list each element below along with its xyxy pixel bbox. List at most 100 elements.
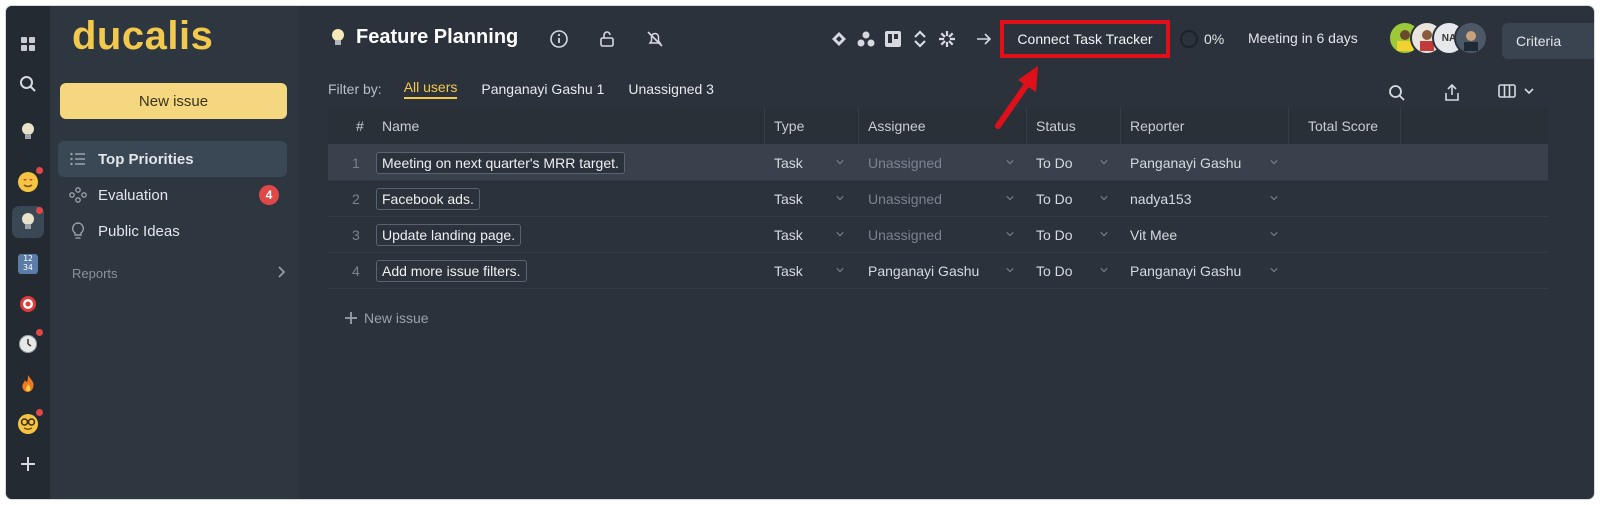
- issue-name[interactable]: Add more issue filters.: [376, 259, 527, 282]
- filter-all-users[interactable]: All users: [403, 79, 458, 99]
- sidebar-item-public-ideas[interactable]: Public Ideas: [58, 213, 287, 249]
- header: Feature Planning Connect Task Tracker 0%…: [298, 6, 1594, 68]
- lightbulb-icon: [330, 28, 346, 48]
- plus-icon[interactable]: [12, 448, 44, 480]
- chevron-down-icon: [836, 232, 844, 237]
- columns-toggle[interactable]: [1498, 84, 1534, 98]
- chevron-down-icon: [1270, 232, 1278, 237]
- status-select[interactable]: To Do: [1036, 253, 1073, 288]
- clock-icon[interactable]: [12, 328, 44, 360]
- notifications-off-icon[interactable]: [644, 28, 666, 50]
- app-logo: ducalis: [72, 14, 214, 58]
- issue-name[interactable]: Facebook ads.: [376, 187, 480, 210]
- nerd-face-icon[interactable]: [12, 408, 44, 440]
- type-select[interactable]: Task: [774, 181, 803, 216]
- reporter-select[interactable]: Panganayi Gashu: [1130, 253, 1241, 288]
- grid-icon[interactable]: [12, 28, 44, 60]
- lightbulb-board-icon[interactable]: [12, 206, 44, 238]
- progress-indicator: 0%: [1180, 30, 1224, 48]
- meeting-countdown[interactable]: Meeting in 6 days: [1248, 30, 1358, 46]
- share-icon[interactable]: [1444, 83, 1460, 107]
- unlock-icon[interactable]: [596, 28, 618, 50]
- columns-icon: [1498, 84, 1516, 98]
- criteria-button[interactable]: Criteria: [1502, 23, 1594, 59]
- status-select[interactable]: To Do: [1036, 181, 1073, 216]
- reporter-select[interactable]: Panganayi Gashu: [1130, 145, 1241, 180]
- table-row[interactable]: 2 Facebook ads. Task Unassigned To Do na…: [328, 181, 1548, 217]
- column-divider: [1400, 108, 1401, 144]
- jira-icon[interactable]: [828, 28, 850, 50]
- row-number: 4: [352, 262, 360, 279]
- column-header-name[interactable]: Name: [382, 108, 419, 144]
- column-header-assignee[interactable]: Assignee: [868, 108, 926, 144]
- settings-icon[interactable]: [936, 28, 958, 50]
- trello-icon[interactable]: [882, 28, 904, 50]
- sidebar-item-label: Top Priorities: [98, 150, 194, 168]
- add-issue-row-button[interactable]: New issue: [344, 310, 429, 326]
- chevron-down-icon: [1006, 268, 1014, 273]
- fire-icon[interactable]: [12, 368, 44, 400]
- sidebar-item-top-priorities[interactable]: Top Priorities: [58, 141, 287, 177]
- evaluation-count-badge: 4: [259, 185, 279, 205]
- issue-name[interactable]: Update landing page.: [376, 223, 522, 246]
- table-row[interactable]: 1 Meeting on next quarter's MRR target. …: [328, 145, 1548, 181]
- heart-eyes-face-icon[interactable]: [12, 166, 44, 198]
- numbers-icon[interactable]: 12 34: [12, 248, 44, 280]
- sidebar: ducalis New issue Top Priorities Evaluat…: [50, 6, 298, 499]
- column-header-reporter[interactable]: Reporter: [1130, 108, 1184, 144]
- notification-dot: [36, 329, 43, 336]
- filter-user-panganayi[interactable]: Panganayi Gashu 1: [481, 81, 604, 97]
- app-window: 12 34 ducalis New issue Top Priorities E…: [6, 6, 1594, 499]
- page-title: Feature Planning: [330, 26, 518, 49]
- sync-icon[interactable]: [909, 28, 931, 50]
- column-header-number[interactable]: #: [356, 108, 364, 144]
- row-number: 1: [352, 154, 360, 171]
- lightbulb-icon[interactable]: [12, 116, 44, 148]
- plus-icon: [344, 311, 358, 325]
- arrow-right-icon: [973, 28, 995, 50]
- sidebar-item-evaluation[interactable]: Evaluation 4: [58, 177, 287, 213]
- chevron-down-icon: [1270, 160, 1278, 165]
- table-search-icon[interactable]: [1388, 84, 1406, 107]
- new-issue-button[interactable]: New issue: [60, 83, 287, 119]
- chevron-down-icon: [836, 196, 844, 201]
- chevron-down-icon: [1100, 196, 1108, 201]
- status-select[interactable]: To Do: [1036, 217, 1073, 252]
- column-header-total-score[interactable]: Total Score: [1308, 108, 1378, 144]
- assignee-select[interactable]: Unassigned: [868, 181, 942, 216]
- chevron-down-icon: [836, 268, 844, 273]
- chevron-down-icon: [1100, 232, 1108, 237]
- type-select[interactable]: Task: [774, 217, 803, 252]
- type-select[interactable]: Task: [774, 253, 803, 288]
- annotation-arrow-icon: [995, 66, 1038, 129]
- sidebar-item-reports[interactable]: Reports: [72, 266, 286, 281]
- chevron-down-icon: [1100, 268, 1108, 273]
- project-title: Feature Planning: [356, 26, 519, 48]
- avatar: [1454, 21, 1488, 55]
- connect-task-tracker-button[interactable]: Connect Task Tracker: [1000, 20, 1170, 58]
- assignee-select[interactable]: Unassigned: [868, 217, 942, 252]
- sidebar-item-label: Public Ideas: [98, 222, 180, 240]
- target-icon[interactable]: [12, 288, 44, 320]
- search-icon[interactable]: [12, 68, 44, 100]
- filter-unassigned[interactable]: Unassigned 3: [628, 81, 714, 97]
- column-header-type[interactable]: Type: [774, 108, 804, 144]
- lightbulb-outline-icon: [68, 222, 88, 240]
- column-divider: [1120, 108, 1121, 144]
- table-row[interactable]: 4 Add more issue filters. Task Panganayi…: [328, 253, 1548, 289]
- progress-value: 0%: [1204, 31, 1225, 47]
- info-icon[interactable]: [548, 28, 570, 50]
- reporter-select[interactable]: Vit Mee: [1130, 217, 1177, 252]
- row-number: 2: [352, 190, 360, 207]
- asana-icon[interactable]: [855, 28, 877, 50]
- assignee-select[interactable]: Unassigned: [868, 145, 942, 180]
- network-icon: [68, 187, 88, 203]
- workspace-rail: 12 34: [6, 6, 50, 499]
- assignee-select[interactable]: Panganayi Gashu: [868, 253, 979, 288]
- table-row[interactable]: 3 Update landing page. Task Unassigned T…: [328, 217, 1548, 253]
- type-select[interactable]: Task: [774, 145, 803, 180]
- issue-name[interactable]: Meeting on next quarter's MRR target.: [376, 151, 625, 174]
- status-select[interactable]: To Do: [1036, 145, 1073, 180]
- reporter-select[interactable]: nadya153: [1130, 181, 1192, 216]
- notification-dot: [36, 409, 43, 416]
